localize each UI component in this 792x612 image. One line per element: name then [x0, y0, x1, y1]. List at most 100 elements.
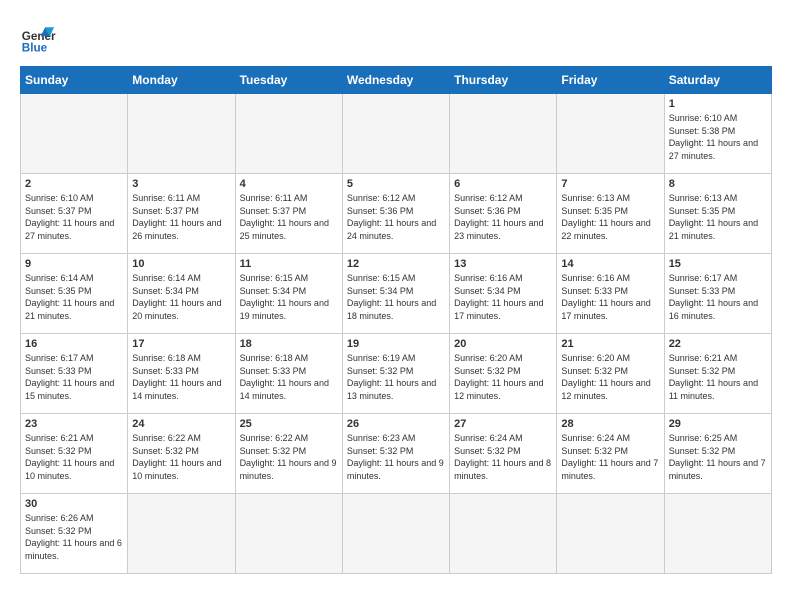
day-info: Sunrise: 6:14 AMSunset: 5:34 PMDaylight:…	[132, 272, 230, 322]
day-cell	[664, 494, 771, 574]
day-number: 21	[561, 338, 659, 350]
day-info: Sunrise: 6:26 AMSunset: 5:32 PMDaylight:…	[25, 512, 123, 562]
day-number: 16	[25, 338, 123, 350]
day-info: Sunrise: 6:10 AMSunset: 5:37 PMDaylight:…	[25, 192, 123, 242]
day-number: 14	[561, 258, 659, 270]
day-number: 29	[669, 418, 767, 430]
header-cell-sunday: Sunday	[21, 67, 128, 94]
day-info: Sunrise: 6:22 AMSunset: 5:32 PMDaylight:…	[240, 432, 338, 482]
day-info: Sunrise: 6:17 AMSunset: 5:33 PMDaylight:…	[25, 352, 123, 402]
calendar-table: SundayMondayTuesdayWednesdayThursdayFrid…	[20, 66, 772, 574]
header-cell-monday: Monday	[128, 67, 235, 94]
day-cell: 30 Sunrise: 6:26 AMSunset: 5:32 PMDayligh…	[21, 494, 128, 574]
day-number: 27	[454, 418, 552, 430]
day-info: Sunrise: 6:19 AMSunset: 5:32 PMDaylight:…	[347, 352, 445, 402]
day-info: Sunrise: 6:25 AMSunset: 5:32 PMDaylight:…	[669, 432, 767, 482]
day-info: Sunrise: 6:21 AMSunset: 5:32 PMDaylight:…	[669, 352, 767, 402]
day-number: 4	[240, 178, 338, 190]
day-cell: 11Sunrise: 6:15 AMSunset: 5:34 PMDayligh…	[235, 254, 342, 334]
day-cell: 28 Sunrise: 6:24 AMSunset: 5:32 PMDayligh…	[557, 414, 664, 494]
day-cell: 21 Sunrise: 6:20 AMSunset: 5:32 PMDayligh…	[557, 334, 664, 414]
logo: General Blue	[20, 20, 56, 56]
page-header: General Blue	[20, 20, 772, 56]
day-cell: 29 Sunrise: 6:25 AMSunset: 5:32 PMDayligh…	[664, 414, 771, 494]
day-cell: 12Sunrise: 6:15 AMSunset: 5:34 PMDayligh…	[342, 254, 449, 334]
day-cell	[128, 494, 235, 574]
day-info: Sunrise: 6:20 AMSunset: 5:32 PMDaylight:…	[561, 352, 659, 402]
day-info: Sunrise: 6:22 AMSunset: 5:32 PMDaylight:…	[132, 432, 230, 482]
day-number: 24	[132, 418, 230, 430]
day-info: Sunrise: 6:12 AMSunset: 5:36 PMDaylight:…	[454, 192, 552, 242]
day-cell: 27 Sunrise: 6:24 AMSunset: 5:32 PMDayligh…	[450, 414, 557, 494]
header-cell-thursday: Thursday	[450, 67, 557, 94]
day-cell: 16 Sunrise: 6:17 AMSunset: 5:33 PMDayligh…	[21, 334, 128, 414]
day-number: 2	[25, 178, 123, 190]
day-cell	[557, 494, 664, 574]
day-number: 26	[347, 418, 445, 430]
day-info: Sunrise: 6:12 AMSunset: 5:36 PMDaylight:…	[347, 192, 445, 242]
day-cell: 5 Sunrise: 6:12 AMSunset: 5:36 PMDaylight…	[342, 174, 449, 254]
day-cell: 9 Sunrise: 6:14 AMSunset: 5:35 PMDaylight…	[21, 254, 128, 334]
day-cell: 13Sunrise: 6:16 AMSunset: 5:34 PMDayligh…	[450, 254, 557, 334]
week-row-2: 9 Sunrise: 6:14 AMSunset: 5:35 PMDaylight…	[21, 254, 772, 334]
day-cell: 20Sunrise: 6:20 AMSunset: 5:32 PMDayligh…	[450, 334, 557, 414]
day-info: Sunrise: 6:16 AMSunset: 5:33 PMDaylight:…	[561, 272, 659, 322]
day-number: 23	[25, 418, 123, 430]
day-cell: 10 Sunrise: 6:14 AMSunset: 5:34 PMDayligh…	[128, 254, 235, 334]
day-info: Sunrise: 6:24 AMSunset: 5:32 PMDaylight:…	[561, 432, 659, 482]
week-row-4: 23Sunrise: 6:21 AMSunset: 5:32 PMDayligh…	[21, 414, 772, 494]
day-cell: 17Sunrise: 6:18 AMSunset: 5:33 PMDayligh…	[128, 334, 235, 414]
svg-text:Blue: Blue	[22, 42, 48, 55]
day-cell	[342, 94, 449, 174]
day-number: 7	[561, 178, 659, 190]
day-cell: 8Sunrise: 6:13 AMSunset: 5:35 PMDaylight…	[664, 174, 771, 254]
day-info: Sunrise: 6:10 AMSunset: 5:38 PMDaylight:…	[669, 112, 767, 162]
day-number: 8	[669, 178, 767, 190]
day-info: Sunrise: 6:15 AMSunset: 5:34 PMDaylight:…	[347, 272, 445, 322]
calendar-header: SundayMondayTuesdayWednesdayThursdayFrid…	[21, 67, 772, 94]
day-number: 10	[132, 258, 230, 270]
day-cell	[235, 494, 342, 574]
day-info: Sunrise: 6:15 AMSunset: 5:34 PMDaylight:…	[240, 272, 338, 322]
day-number: 22	[669, 338, 767, 350]
day-number: 30	[25, 498, 123, 510]
day-cell: 24 Sunrise: 6:22 AMSunset: 5:32 PMDayligh…	[128, 414, 235, 494]
day-number: 20	[454, 338, 552, 350]
day-cell	[235, 94, 342, 174]
day-number: 25	[240, 418, 338, 430]
day-cell	[342, 494, 449, 574]
day-info: Sunrise: 6:17 AMSunset: 5:33 PMDaylight:…	[669, 272, 767, 322]
day-cell: 2 Sunrise: 6:10 AMSunset: 5:37 PMDaylight…	[21, 174, 128, 254]
day-cell: 15Sunrise: 6:17 AMSunset: 5:33 PMDayligh…	[664, 254, 771, 334]
day-cell: 6Sunrise: 6:12 AMSunset: 5:36 PMDaylight…	[450, 174, 557, 254]
day-info: Sunrise: 6:13 AMSunset: 5:35 PMDaylight:…	[561, 192, 659, 242]
day-number: 28	[561, 418, 659, 430]
day-info: Sunrise: 6:23 AMSunset: 5:32 PMDaylight:…	[347, 432, 445, 482]
day-info: Sunrise: 6:11 AMSunset: 5:37 PMDaylight:…	[240, 192, 338, 242]
day-cell	[128, 94, 235, 174]
week-row-5: 30 Sunrise: 6:26 AMSunset: 5:32 PMDayligh…	[21, 494, 772, 574]
day-number: 18	[240, 338, 338, 350]
calendar-body: 1 Sunrise: 6:10 AMSunset: 5:38 PMDaylight…	[21, 94, 772, 574]
day-info: Sunrise: 6:11 AMSunset: 5:37 PMDaylight:…	[132, 192, 230, 242]
day-info: Sunrise: 6:14 AMSunset: 5:35 PMDaylight:…	[25, 272, 123, 322]
day-cell: 26 Sunrise: 6:23 AMSunset: 5:32 PMDayligh…	[342, 414, 449, 494]
day-cell: 19 Sunrise: 6:19 AMSunset: 5:32 PMDayligh…	[342, 334, 449, 414]
logo-icon: General Blue	[20, 20, 56, 56]
day-number: 13	[454, 258, 552, 270]
day-info: Sunrise: 6:24 AMSunset: 5:32 PMDaylight:…	[454, 432, 552, 482]
day-cell: 4 Sunrise: 6:11 AMSunset: 5:37 PMDaylight…	[235, 174, 342, 254]
day-number: 1	[669, 98, 767, 110]
day-cell: 3Sunrise: 6:11 AMSunset: 5:37 PMDaylight…	[128, 174, 235, 254]
day-info: Sunrise: 6:18 AMSunset: 5:33 PMDaylight:…	[240, 352, 338, 402]
header-cell-friday: Friday	[557, 67, 664, 94]
day-number: 17	[132, 338, 230, 350]
day-number: 19	[347, 338, 445, 350]
header-cell-saturday: Saturday	[664, 67, 771, 94]
day-cell: 7 Sunrise: 6:13 AMSunset: 5:35 PMDaylight…	[557, 174, 664, 254]
day-number: 9	[25, 258, 123, 270]
week-row-3: 16 Sunrise: 6:17 AMSunset: 5:33 PMDayligh…	[21, 334, 772, 414]
week-row-0: 1 Sunrise: 6:10 AMSunset: 5:38 PMDaylight…	[21, 94, 772, 174]
header-cell-wednesday: Wednesday	[342, 67, 449, 94]
day-number: 5	[347, 178, 445, 190]
